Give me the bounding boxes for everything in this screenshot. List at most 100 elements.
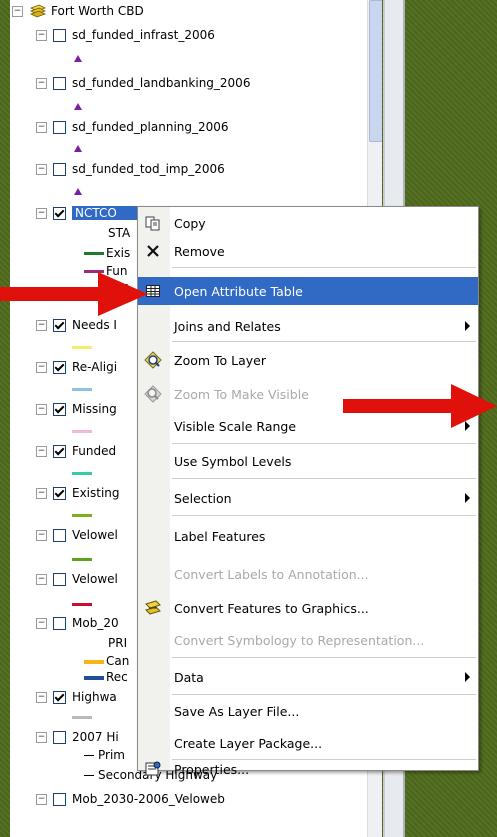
red-arrow xyxy=(343,384,497,428)
menu-item-zoom-to-layer[interactable]: Zoom To Layer xyxy=(138,346,478,374)
layer-label: sd_funded_infrast_2006 xyxy=(72,28,215,42)
scrollbar-thumb[interactable] xyxy=(369,0,382,142)
collapse-icon[interactable]: − xyxy=(36,529,47,541)
collapse-icon[interactable]: − xyxy=(36,573,47,585)
properties-icon xyxy=(144,760,162,778)
line-symbol-icon xyxy=(72,430,92,433)
line-symbol-icon xyxy=(72,558,92,561)
menu-item-label: Convert Labels to Annotation... xyxy=(174,566,369,582)
layer-label: Needs I xyxy=(72,318,117,332)
menu-item-data[interactable]: Data xyxy=(138,663,478,691)
collapse-icon[interactable]: − xyxy=(36,731,47,743)
layer-label: sd_funded_planning_2006 xyxy=(72,120,229,134)
collapse-icon[interactable]: − xyxy=(36,445,47,457)
layer-label: Re-Aligi xyxy=(72,360,118,374)
layer-label: Mob_20 xyxy=(72,616,119,630)
legend-item: Exis xyxy=(84,246,130,260)
submenu-arrow-icon xyxy=(465,672,470,682)
collapse-icon[interactable]: − xyxy=(36,793,47,805)
menu-item-label-features[interactable]: Label Features xyxy=(138,522,478,550)
layer-row[interactable]: − sd_funded_infrast_2006 xyxy=(36,26,215,44)
layer-label: sd_funded_landbanking_2006 xyxy=(72,76,251,90)
layer-checkbox[interactable] xyxy=(53,360,66,374)
layer-row[interactable]: − Existing xyxy=(36,484,120,502)
layer-checkbox[interactable] xyxy=(53,572,66,586)
collapse-icon[interactable]: − xyxy=(36,691,47,703)
layer-checkbox[interactable] xyxy=(53,206,66,220)
menu-item-convert-features-to-graphics[interactable]: Convert Features to Graphics... xyxy=(138,594,478,622)
menu-item-save-as-layer-file[interactable]: Save As Layer File... xyxy=(138,697,478,725)
layer-label: 2007 Hi xyxy=(72,730,119,744)
layer-checkbox[interactable] xyxy=(53,162,66,176)
layer-row[interactable]: − Funded xyxy=(36,442,116,460)
menu-item-label: Convert Features to Graphics... xyxy=(174,600,369,616)
layer-row[interactable]: − sd_funded_tod_imp_2006 xyxy=(36,160,225,178)
menu-item-convert-symbology-to-representation[interactable]: Convert Symbology to Representation... xyxy=(138,626,478,654)
remove-icon xyxy=(144,242,162,260)
layer-label: sd_funded_tod_imp_2006 xyxy=(72,162,225,176)
menu-item-label: Selection xyxy=(174,490,232,506)
layer-row[interactable]: − Mob_20 xyxy=(36,614,119,632)
layer-checkbox[interactable] xyxy=(53,28,66,42)
collapse-icon[interactable]: − xyxy=(36,207,47,219)
collapse-icon[interactable]: − xyxy=(36,163,47,175)
collapse-icon[interactable]: − xyxy=(36,121,47,133)
menu-item-open-attribute-table[interactable]: Open Attribute Table xyxy=(138,277,478,305)
menu-item-properties[interactable]: Properties... xyxy=(138,755,478,783)
collapse-icon[interactable]: − xyxy=(36,403,47,415)
layer-label: Highwa xyxy=(72,690,117,704)
menu-item-remove[interactable]: Remove xyxy=(138,237,478,265)
menu-item-copy[interactable]: Copy xyxy=(138,209,478,237)
collapse-icon[interactable]: − xyxy=(36,617,47,629)
layer-checkbox[interactable] xyxy=(53,444,66,458)
collapse-icon[interactable]: − xyxy=(36,487,47,499)
line-symbol-icon xyxy=(72,603,92,606)
point-symbol-icon xyxy=(74,145,82,152)
layer-checkbox[interactable] xyxy=(53,528,66,542)
toc-root-label: Fort Worth CBD xyxy=(51,4,144,18)
layer-label: Existing xyxy=(72,486,120,500)
layer-row[interactable]: − Velowel xyxy=(36,526,118,544)
layer-row[interactable]: − sd_funded_landbanking_2006 xyxy=(36,74,250,92)
convert-graphics-icon xyxy=(144,599,162,617)
layer-checkbox[interactable] xyxy=(53,690,66,704)
menu-item-create-layer-package[interactable]: Create Layer Package... xyxy=(138,729,478,757)
point-symbol-icon xyxy=(74,103,82,110)
toc-root[interactable]: − Fort Worth CBD xyxy=(12,2,144,20)
menu-item-label: Copy xyxy=(174,215,206,231)
menu-item-label: Data xyxy=(174,669,204,685)
layer-checkbox[interactable] xyxy=(53,730,66,744)
layer-row[interactable]: − Highwa xyxy=(36,688,117,706)
menu-separator xyxy=(172,478,476,479)
layer-checkbox[interactable] xyxy=(53,486,66,500)
layer-row[interactable]: − Missing xyxy=(36,400,117,418)
collapse-icon[interactable]: − xyxy=(12,5,23,17)
menu-item-use-symbol-levels[interactable]: Use Symbol Levels xyxy=(138,447,478,475)
collapse-icon[interactable]: − xyxy=(36,319,47,331)
collapse-icon[interactable]: − xyxy=(36,361,47,373)
layer-row[interactable]: − Velowel xyxy=(36,570,118,588)
layer-row[interactable]: − Re-Aligi xyxy=(36,358,117,376)
line-symbol-icon xyxy=(84,775,94,776)
layer-row[interactable]: − 2007 Hi xyxy=(36,728,119,746)
menu-separator xyxy=(172,657,476,658)
legend-item: Rec xyxy=(84,670,128,684)
context-menu: Copy Remove Open Attribute Table Joins a… xyxy=(137,206,479,777)
layer-checkbox[interactable] xyxy=(53,318,66,332)
layer-checkbox[interactable] xyxy=(53,76,66,90)
menu-item-convert-labels-to-annotation[interactable]: Convert Labels to Annotation... xyxy=(138,560,478,588)
menu-item-selection[interactable]: Selection xyxy=(138,484,478,512)
zoom-to-visible-icon xyxy=(144,385,162,403)
layer-checkbox[interactable] xyxy=(53,120,66,134)
layer-row[interactable]: − sd_funded_planning_2006 xyxy=(36,118,229,136)
menu-item-joins-and-relates[interactable]: Joins and Relates xyxy=(138,312,478,340)
layer-checkbox[interactable] xyxy=(53,402,66,416)
submenu-arrow-icon xyxy=(465,321,470,331)
layer-checkbox[interactable] xyxy=(53,792,66,806)
layer-checkbox[interactable] xyxy=(53,616,66,630)
collapse-icon[interactable]: − xyxy=(36,29,47,41)
layer-row[interactable]: − Mob_2030-2006_Veloweb xyxy=(36,790,225,808)
point-symbol-icon xyxy=(74,188,82,195)
collapse-icon[interactable]: − xyxy=(36,77,47,89)
layer-row[interactable]: − Needs I xyxy=(36,316,117,334)
